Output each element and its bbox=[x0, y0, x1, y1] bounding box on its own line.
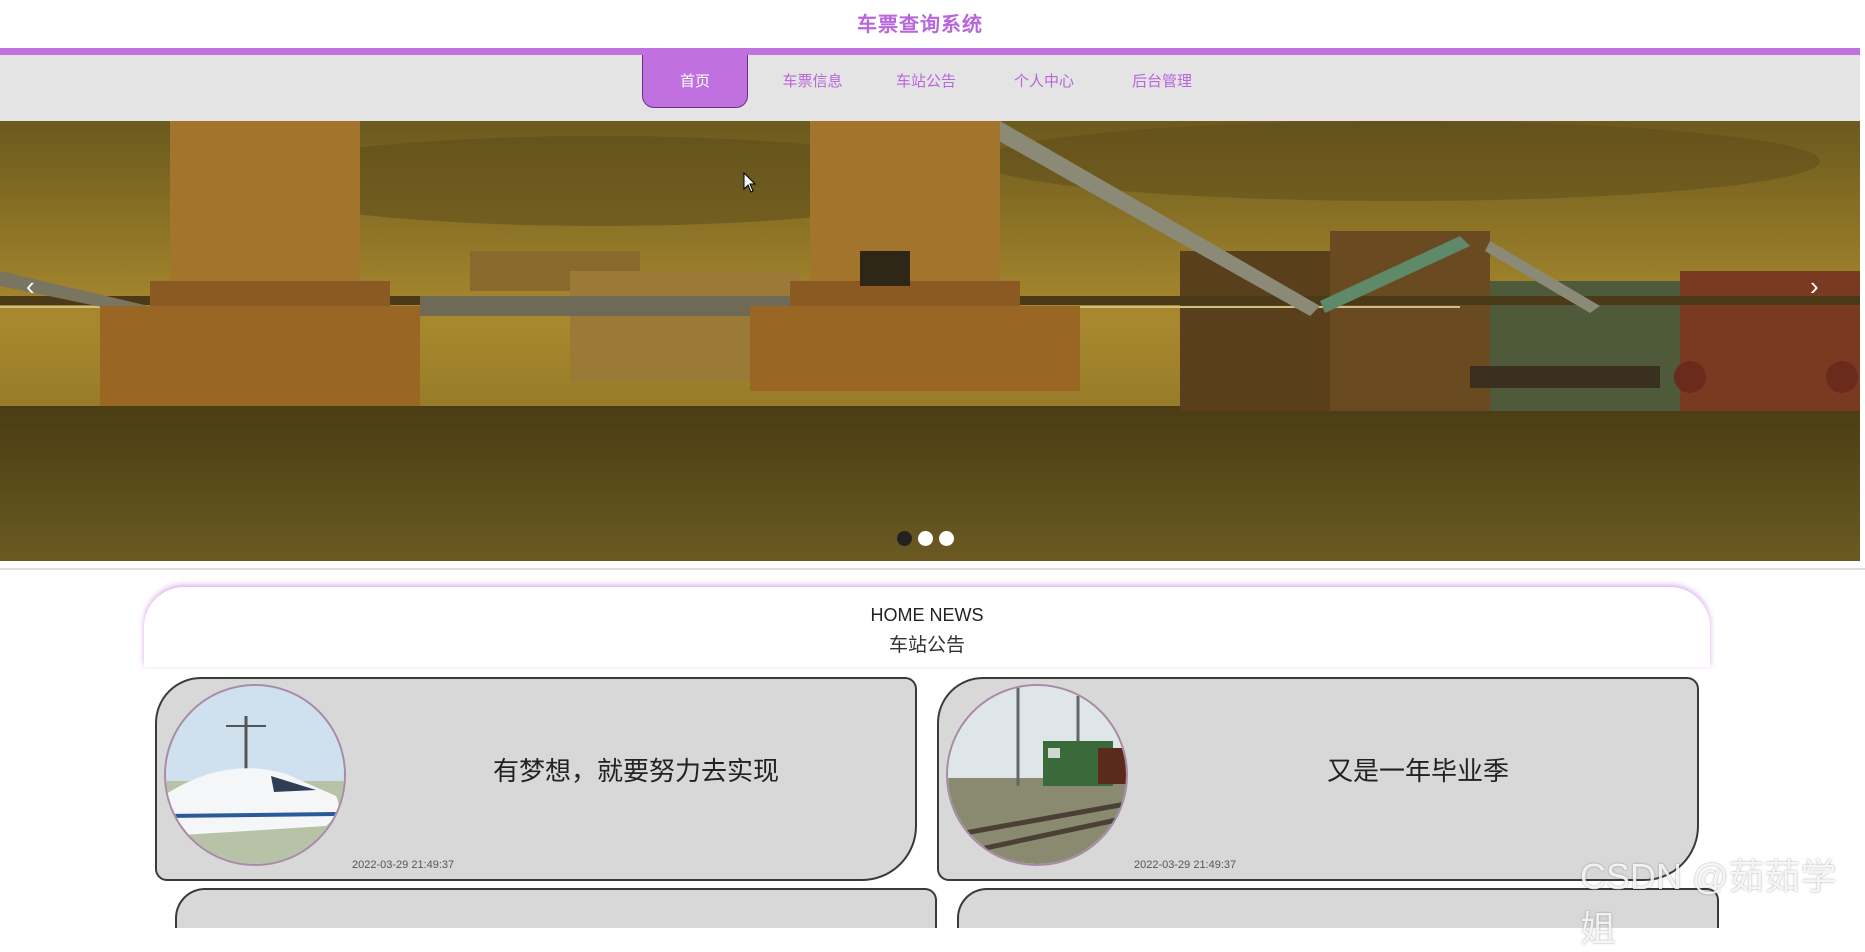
news-card-image bbox=[946, 684, 1128, 866]
nav-item-admin[interactable]: 后台管理 bbox=[1116, 55, 1208, 108]
carousel-dot-3[interactable] bbox=[939, 531, 954, 546]
csdn-watermark: CSDN @茹茹学姐 bbox=[1580, 856, 1837, 949]
news-card-image bbox=[164, 684, 346, 866]
news-heading-en: HOME NEWS bbox=[870, 605, 984, 625]
news-header: HOME NEWS 车站公告 bbox=[144, 587, 1710, 667]
news-card-date: 2022-03-29 21:49:37 bbox=[1134, 859, 1237, 871]
title-bar: 车票查询系统 bbox=[0, 0, 1865, 48]
news-heading-cn: 车站公告 bbox=[888, 635, 965, 656]
carousel-dot-2[interactable] bbox=[918, 531, 933, 546]
carousel-dot-1[interactable] bbox=[897, 531, 912, 546]
news-card-title[interactable]: 又是一年毕业季 bbox=[1139, 751, 1697, 788]
news-card-partial[interactable] bbox=[175, 888, 937, 928]
news-card[interactable]: 有梦想，就要努力去实现 2022-03-29 21:49:37 bbox=[155, 677, 917, 881]
carousel-slide-image bbox=[0, 121, 1860, 561]
nav-item-home[interactable]: 首页 bbox=[642, 55, 748, 108]
nav-item-profile[interactable]: 个人中心 bbox=[998, 55, 1090, 108]
site-title: 车票查询系统 bbox=[857, 14, 983, 36]
hero-carousel[interactable]: ‹ › bbox=[0, 121, 1860, 561]
news-card-title[interactable]: 有梦想，就要努力去实现 bbox=[357, 751, 915, 788]
mouse-cursor-icon bbox=[743, 172, 757, 193]
carousel-prev-icon[interactable]: ‹ bbox=[26, 271, 35, 302]
accent-divider bbox=[0, 48, 1860, 55]
nav-item-tickets[interactable]: 车票信息 bbox=[770, 55, 855, 108]
news-card-date: 2022-03-29 21:49:37 bbox=[352, 859, 455, 871]
main-nav: 首页 车票信息 车站公告 个人中心 后台管理 bbox=[0, 55, 1860, 121]
nav-item-notices[interactable]: 车站公告 bbox=[880, 55, 972, 108]
section-divider bbox=[0, 568, 1865, 570]
carousel-next-icon[interactable]: › bbox=[1810, 271, 1819, 302]
